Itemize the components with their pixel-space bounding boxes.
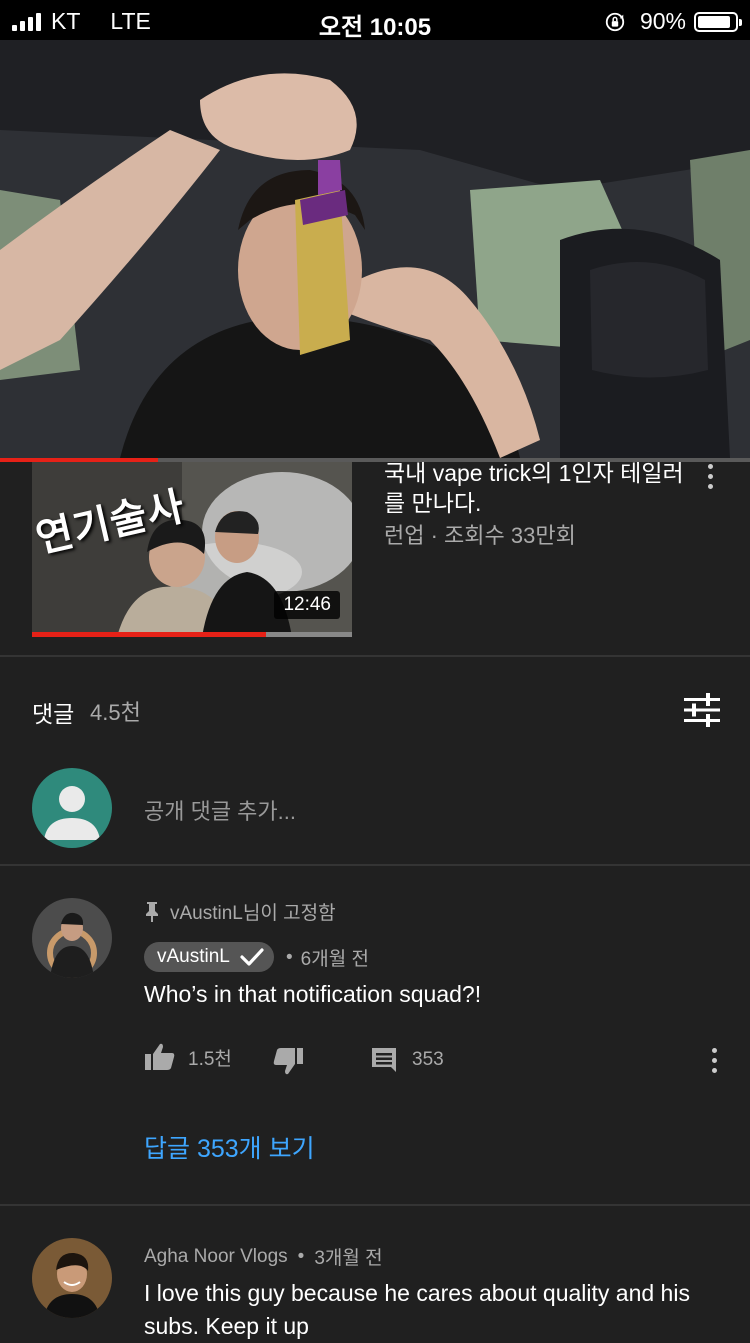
status-bar: KT LTE 오전 10:05 90% bbox=[0, 0, 750, 41]
comment-avatar[interactable] bbox=[32, 1238, 112, 1318]
thumbs-up-icon bbox=[145, 1043, 175, 1070]
thumbnail-watched-bar bbox=[32, 632, 352, 637]
video-player[interactable] bbox=[0, 40, 750, 458]
next-video-item[interactable]: 연기술사 12:46 국내 vape trick의 1인자 테일러를 만나다. … bbox=[0, 460, 750, 656]
sort-comments-icon[interactable] bbox=[682, 690, 722, 730]
comment-meta: • 6개월 전 bbox=[286, 944, 369, 971]
battery-icon bbox=[694, 11, 742, 32]
comment-meta: Agha Noor Vlogs • 3개월 전 bbox=[144, 1243, 383, 1270]
pin-icon bbox=[146, 901, 158, 922]
default-avatar-icon bbox=[44, 786, 100, 840]
my-avatar bbox=[32, 768, 112, 848]
verified-check-icon bbox=[240, 948, 264, 966]
dislike-button[interactable] bbox=[272, 1046, 304, 1076]
like-count: 1.5천 bbox=[188, 1048, 232, 1070]
author-chip[interactable]: vAustinL bbox=[144, 942, 274, 972]
divider bbox=[0, 864, 750, 866]
pinned-label: vAustinL님이 고정함 bbox=[144, 898, 336, 925]
comment-avatar[interactable] bbox=[32, 898, 112, 978]
comments-title: 댓글 bbox=[32, 701, 75, 727]
next-video-title[interactable]: 국내 vape trick의 1인자 테일러를 만나다. bbox=[384, 458, 684, 518]
reply-count: 353 bbox=[412, 1049, 444, 1070]
like-button[interactable]: 1.5천 bbox=[144, 1042, 232, 1072]
pinned-text: vAustinL님이 고정함 bbox=[170, 903, 336, 924]
divider bbox=[0, 655, 750, 657]
rotation-lock-icon bbox=[605, 12, 625, 31]
next-video-thumbnail[interactable]: 연기술사 12:46 bbox=[32, 462, 352, 637]
comment-age: 6개월 전 bbox=[300, 949, 369, 970]
view-replies-link[interactable]: 답글 353개 보기 bbox=[144, 1129, 315, 1165]
reply-comment-icon bbox=[372, 1048, 396, 1072]
reply-button[interactable]: 353 bbox=[370, 1046, 444, 1074]
thumbs-down-icon bbox=[273, 1048, 303, 1075]
video-frame bbox=[0, 40, 750, 458]
comment-text-line: subs. Keep it up bbox=[144, 1313, 309, 1339]
comment-more-icon[interactable] bbox=[704, 1048, 724, 1073]
comment-author[interactable]: Agha Noor Vlogs bbox=[144, 1246, 288, 1268]
comment-text: Who’s in that notification squad?! bbox=[144, 981, 482, 1007]
comment-text: I love this guy because he cares about q… bbox=[144, 1277, 690, 1343]
comments-count: 4.5천 bbox=[90, 700, 141, 725]
next-video-meta: 런업 · 조회수 33만회 bbox=[384, 523, 576, 548]
battery-percent: 90% bbox=[639, 8, 686, 34]
divider bbox=[0, 1204, 750, 1206]
add-comment-input[interactable]: 공개 댓글 추가... bbox=[144, 794, 296, 826]
video-duration-badge: 12:46 bbox=[274, 591, 340, 619]
status-right: 90% bbox=[604, 8, 742, 35]
comment-author: vAustinL bbox=[157, 946, 230, 967]
comment-text-line: I love this guy because he cares about q… bbox=[144, 1280, 690, 1306]
comment-age: 3개월 전 bbox=[314, 1248, 383, 1269]
next-video-more-icon[interactable] bbox=[700, 464, 720, 489]
